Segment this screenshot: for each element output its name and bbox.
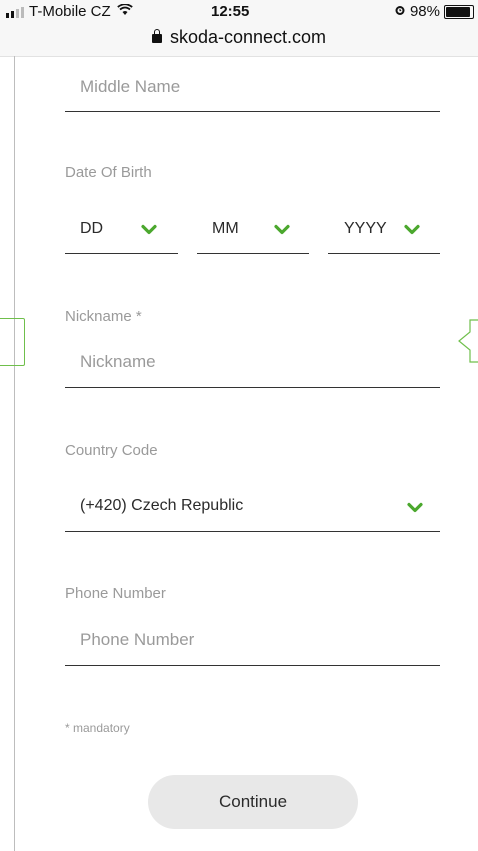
day-underline	[65, 253, 178, 254]
wifi-icon	[116, 3, 133, 20]
year-underline	[328, 253, 440, 254]
chevron-down-icon	[141, 224, 157, 236]
url-text: skoda-connect.com	[169, 27, 327, 47]
left-frame-marker	[0, 318, 25, 366]
date-of-birth-label: Date Of Birth	[65, 164, 152, 181]
month-value: MM	[212, 220, 239, 237]
battery-percent: 98%	[409, 3, 440, 20]
carrier-name: T-Mobile CZ	[29, 3, 111, 20]
chevron-down-icon	[407, 502, 423, 514]
middle-name-placeholder: Middle Name	[80, 77, 181, 96]
year-value: YYYY	[344, 220, 387, 237]
middle-name-underline	[65, 111, 440, 112]
lock-icon	[151, 29, 162, 43]
phone-number-placeholder: Phone Number	[80, 630, 195, 649]
country-code-label: Country Code	[65, 442, 158, 459]
phone-number-label: Phone Number	[65, 585, 166, 602]
battery-icon	[444, 4, 474, 19]
continue-button[interactable]: Continue	[148, 775, 358, 829]
chevron-left-icon	[458, 319, 478, 363]
page-edge-line	[14, 56, 15, 851]
nickname-label: Nickname *	[65, 308, 142, 325]
nickname-placeholder: Nickname	[80, 352, 156, 371]
country-code-underline	[65, 531, 440, 532]
carrier-area: T-Mobile CZ	[6, 3, 133, 20]
day-value: DD	[80, 220, 104, 237]
month-underline	[197, 253, 309, 254]
country-code-value: (+420) Czech Republic	[80, 497, 244, 514]
chevron-down-icon	[274, 224, 290, 236]
mandatory-note: * mandatory	[65, 721, 130, 735]
alarm-icon	[394, 4, 406, 19]
chevron-down-icon	[404, 224, 420, 236]
signal-icon	[6, 6, 24, 18]
phone-number-underline	[65, 665, 440, 666]
address-bar[interactable]: skoda-connect.com	[0, 27, 478, 48]
clock: 12:55	[211, 3, 250, 20]
battery-area: 98%	[394, 3, 474, 20]
status-bar: T-Mobile CZ 12:55 98% skoda-connect.com	[0, 0, 478, 57]
nickname-underline	[65, 387, 440, 388]
